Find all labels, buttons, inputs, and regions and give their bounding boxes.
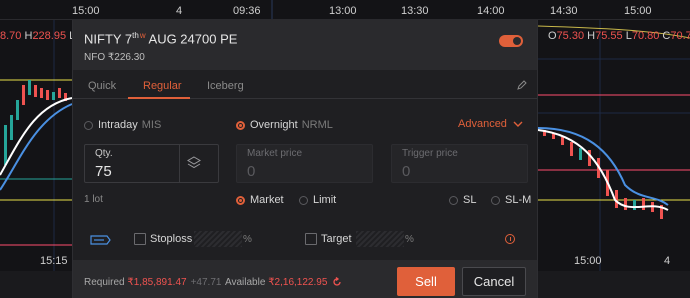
exchange-label: NFO — [84, 52, 106, 63]
lot-stack-button[interactable] — [179, 144, 207, 183]
time-label: 15:00 — [72, 5, 100, 17]
time-label: 15:00 — [624, 5, 652, 17]
active-tab-indicator — [128, 97, 190, 99]
expiry-suffix: th — [132, 31, 139, 40]
slm-label: SL-M — [505, 194, 532, 206]
time-label: 13:00 — [329, 5, 357, 17]
stoploss-pct-input — [194, 231, 242, 247]
target-checkbox[interactable] — [305, 233, 317, 245]
advanced-label: Advanced — [458, 118, 507, 130]
time-label: 4 — [664, 255, 671, 267]
radio-icon[interactable] — [299, 195, 308, 205]
instrument-name: NIFTY 7thw AUG 24700 PE — [84, 31, 237, 46]
layers-icon — [187, 156, 201, 169]
stoploss-label: Stoploss — [150, 233, 193, 245]
time-label: 14:00 — [477, 5, 505, 17]
gtt-row: Stoploss % Target % — [73, 230, 537, 252]
market-price-label: Market price — [247, 148, 303, 159]
limit-label: Limit — [313, 194, 337, 206]
available-label: Available — [225, 277, 266, 288]
time-label: 13:30 — [401, 5, 429, 17]
ohlc-low: 70.80 — [631, 30, 660, 42]
order-type-limit[interactable]: Limit — [299, 194, 336, 206]
stoploss-checkbox[interactable] — [134, 233, 146, 245]
market-label: Market — [250, 194, 284, 206]
target-pct-sign: % — [405, 234, 414, 245]
order-type-market[interactable]: Market — [236, 194, 284, 206]
available-value: ₹2,16,122.95 — [268, 277, 328, 288]
ohlc-open: 75.30 — [556, 30, 585, 42]
ohlc-legend-right: O75.30 H75.55 L70.80 C70.75 — [548, 30, 690, 42]
order-type-slm[interactable]: SL-M — [491, 194, 531, 206]
sl-label: SL — [463, 194, 477, 206]
intraday-label: Intraday — [98, 119, 138, 131]
intraday-code: MIS — [141, 119, 162, 131]
radio-selected-icon[interactable] — [236, 120, 245, 130]
order-type-sl[interactable]: SL — [449, 194, 476, 206]
ohlc-open-label: O — [548, 30, 557, 42]
market-price-input: 0 — [247, 163, 256, 180]
chevron-down-icon — [513, 121, 523, 127]
instrument-sub: NFO ₹226.30 — [84, 52, 145, 63]
required-value: ₹1,85,891.47 — [127, 277, 187, 288]
ohlc-open: 8.70 — [0, 30, 22, 42]
time-label: 14:30 — [550, 5, 578, 17]
qty-label: Qty. — [95, 148, 113, 159]
sell-button[interactable]: Sell — [397, 267, 455, 296]
ohlc-close: 70.75 — [670, 30, 690, 42]
radio-icon[interactable] — [491, 195, 500, 205]
time-label: 09:36 — [233, 5, 261, 17]
refresh-icon[interactable] — [332, 277, 342, 287]
required-delta: +47.71 — [190, 277, 222, 288]
cancel-button[interactable]: Cancel — [462, 267, 526, 296]
ohlc-high: 75.55 — [595, 30, 623, 42]
instrument-symbol: NIFTY 7 — [84, 31, 133, 47]
tab-regular[interactable]: Regular — [143, 80, 182, 92]
target-pct-input — [356, 231, 404, 247]
stoploss-pct-sign: % — [243, 234, 252, 245]
gtt-icon[interactable] — [89, 234, 111, 246]
radio-icon[interactable] — [84, 120, 93, 130]
radio-icon[interactable] — [449, 195, 458, 205]
product-intraday[interactable]: Intraday MIS — [84, 119, 161, 131]
pencil-icon[interactable] — [516, 79, 528, 91]
target-label: Target — [321, 233, 352, 245]
tab-quick[interactable]: Quick — [88, 80, 116, 92]
instrument-contract: AUG 24700 PE — [145, 31, 238, 47]
overnight-code: NRML — [301, 119, 333, 131]
lot-info: 1 lot — [84, 194, 103, 205]
margin-required: Required ₹1,85,891.47 +47.71 — [84, 277, 221, 288]
info-icon[interactable] — [505, 234, 515, 244]
time-label: 4 — [176, 5, 183, 17]
product-overnight[interactable]: Overnight NRML — [236, 119, 333, 131]
ohlc-high: 228.95 — [32, 30, 67, 42]
order-footer: Required ₹1,85,891.47 +47.71 Available ₹2… — [73, 260, 537, 298]
tab-iceberg[interactable]: Iceberg — [207, 80, 244, 92]
required-label: Required — [84, 277, 125, 288]
market-price-field: Market price 0 — [236, 144, 373, 183]
buy-sell-toggle[interactable] — [499, 35, 523, 47]
ohlc-legend-left: 8.70 H228.95 L — [0, 30, 75, 42]
advanced-toggle[interactable]: Advanced — [458, 118, 523, 130]
order-tabs: Quick Regular Iceberg — [73, 73, 537, 99]
time-label: 15:15 — [40, 255, 68, 267]
ltp-value: ₹226.30 — [107, 52, 145, 63]
order-header[interactable]: NIFTY 7thw AUG 24700 PE NFO ₹226.30 — [73, 20, 537, 70]
radio-selected-icon[interactable] — [236, 195, 245, 205]
order-window: NIFTY 7thw AUG 24700 PE NFO ₹226.30 Quic… — [72, 20, 538, 298]
qty-input[interactable]: 75 — [95, 163, 112, 180]
margin-available: Available ₹2,16,122.95 — [225, 277, 342, 288]
time-label: 15:00 — [574, 255, 602, 267]
trigger-price-field: Trigger price 0 — [391, 144, 528, 183]
trigger-price-label: Trigger price — [402, 148, 458, 159]
ohlc-high-label: H — [587, 30, 596, 42]
overnight-label: Overnight — [250, 119, 298, 131]
time-axis-top: 15:00 4 09:36 13:00 13:30 14:00 14:30 15… — [0, 0, 690, 20]
trigger-price-input: 0 — [402, 163, 411, 180]
